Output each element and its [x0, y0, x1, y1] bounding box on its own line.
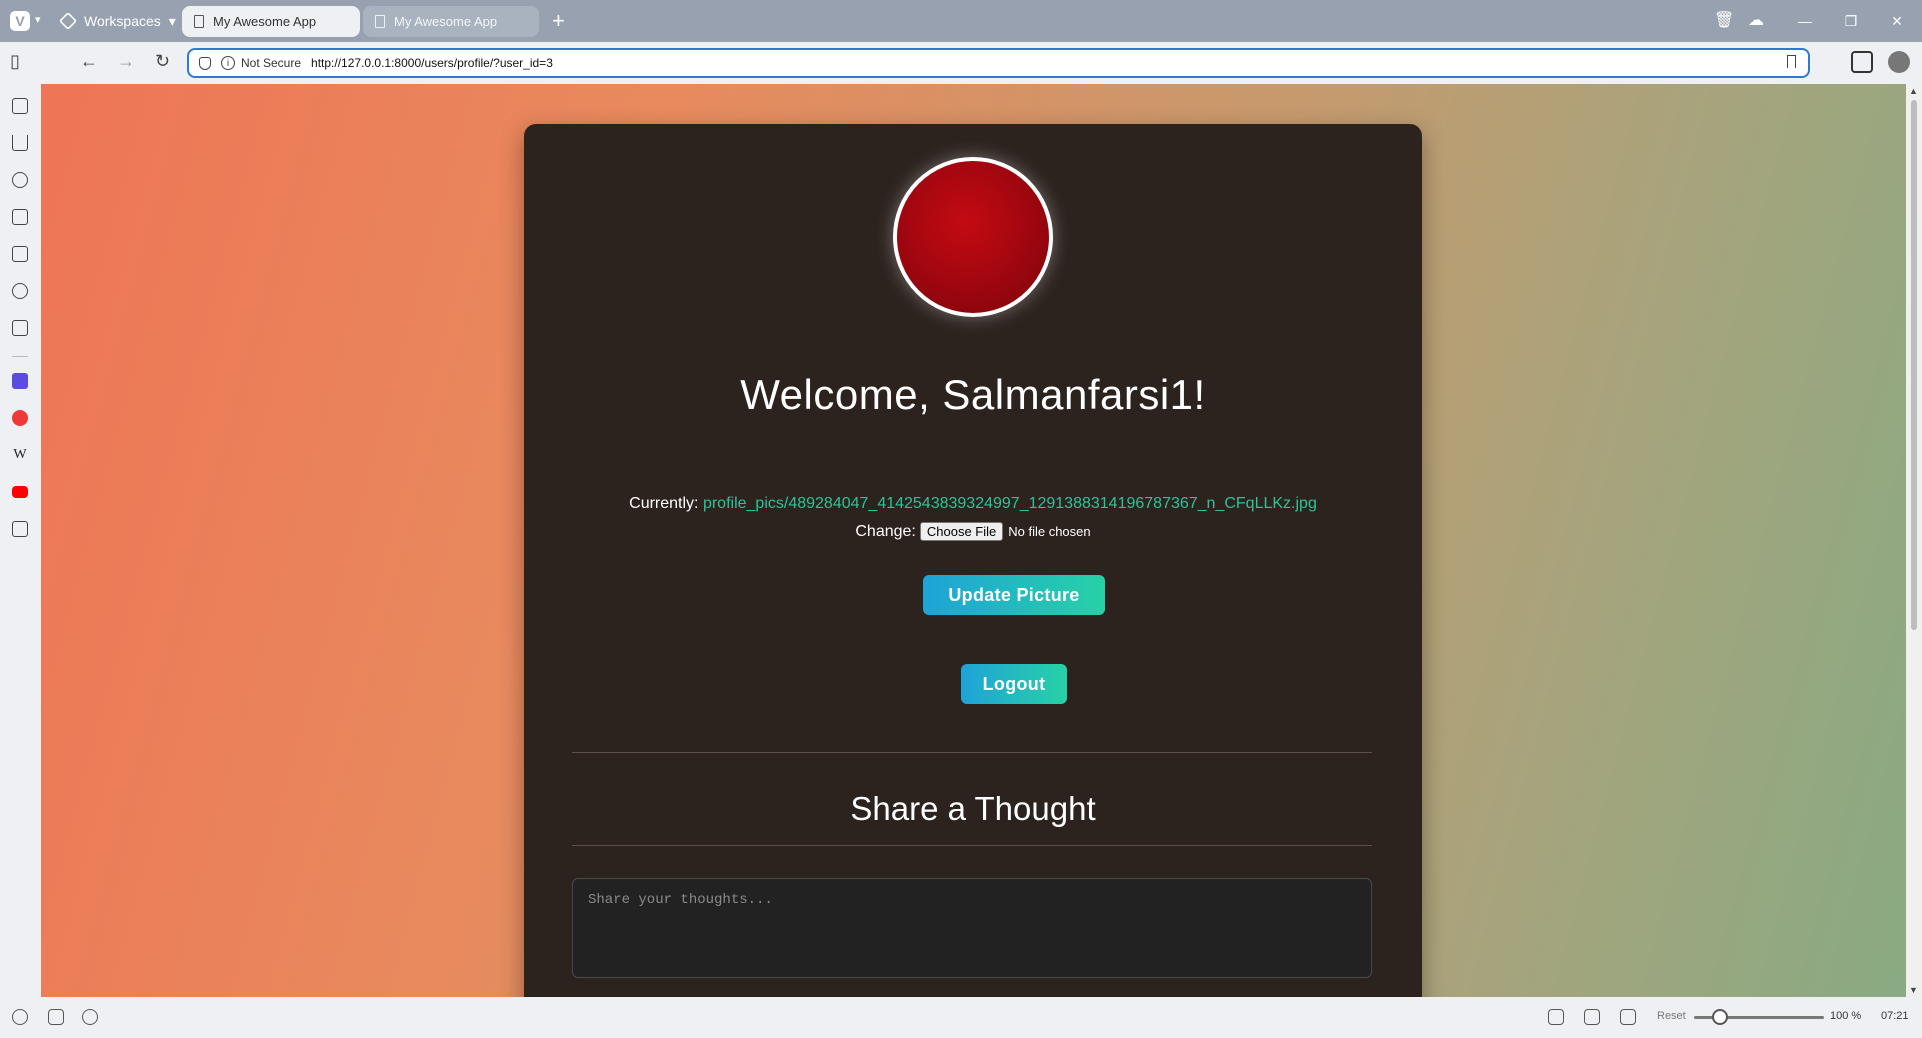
forward-icon[interactable]: →	[117, 51, 135, 72]
workspaces-button[interactable]: Workspaces ▾	[58, 10, 176, 32]
zoom-level: 100 %	[1830, 1010, 1862, 1022]
zoom-reset-button[interactable]: Reset	[1657, 1010, 1686, 1022]
workspaces-label: Workspaces	[84, 13, 161, 29]
current-picture-link[interactable]: profile_pics/489284047_4142543839324997_…	[703, 495, 1317, 512]
tab-title: My Awesome App	[394, 14, 498, 29]
add-panel-icon[interactable]	[12, 521, 28, 537]
clock: 07:21	[1881, 1010, 1909, 1022]
divider	[572, 845, 1372, 846]
profile-card: Welcome, Salmanfarsi1! Currently: profil…	[524, 124, 1422, 997]
new-tab-icon[interactable]: +	[552, 8, 565, 34]
divider	[572, 752, 1372, 753]
change-label: Change:	[855, 522, 916, 540]
chevron-down-icon: ▾	[168, 12, 176, 29]
url-bar[interactable]: i Not Secure http://127.0.0.1:8000/users…	[187, 48, 1810, 78]
browser-side-panel: W	[0, 84, 41, 997]
minimize-icon[interactable]: —	[1782, 13, 1828, 29]
reading-list-icon[interactable]	[12, 283, 28, 299]
change-picture-row: Change: Choose File No file chosen	[524, 522, 1422, 541]
page-actions-icon[interactable]	[1620, 1009, 1636, 1025]
profile-picture	[893, 157, 1053, 317]
reload-icon[interactable]: ↻	[155, 51, 170, 72]
no-file-label: No file chosen	[1008, 524, 1091, 539]
settings-icon[interactable]	[12, 1009, 28, 1025]
extensions-icon[interactable]	[1851, 51, 1873, 73]
bookmark-icon[interactable]	[1787, 55, 1796, 68]
downloads-icon[interactable]	[12, 135, 28, 151]
update-picture-button[interactable]: Update Picture	[923, 575, 1105, 615]
panel-toggle-icon[interactable]: ▯	[10, 51, 20, 72]
tab-title: My Awesome App	[213, 14, 317, 29]
browser-status-bar: Reset 100 % 07:21	[0, 997, 1922, 1038]
page-scrollbar[interactable]: ▲ ▼	[1906, 84, 1922, 997]
scroll-down-icon[interactable]: ▼	[1909, 985, 1918, 995]
page-viewport: Welcome, Salmanfarsi1! Currently: profil…	[41, 84, 1906, 997]
mastodon-icon[interactable]	[12, 373, 28, 389]
choose-file-button[interactable]: Choose File	[919, 522, 1004, 541]
security-label: Not Secure	[241, 56, 302, 70]
sidebar-divider	[12, 356, 28, 357]
capture-icon[interactable]	[1548, 1009, 1564, 1025]
cloud-icon[interactable]: ☁	[1748, 10, 1764, 30]
notes-icon[interactable]	[12, 209, 28, 225]
vivaldi-menu-icon[interactable]: V	[10, 11, 30, 31]
workspaces-icon	[58, 11, 78, 31]
browser-tab-bar: V ▾ Workspaces ▾ My Awesome App My Aweso…	[0, 0, 1922, 42]
close-icon[interactable]: ✕	[1874, 13, 1920, 30]
thought-textarea[interactable]	[572, 878, 1372, 978]
restore-icon[interactable]: ❐	[1828, 13, 1874, 30]
url-text[interactable]: http://127.0.0.1:8000/users/profile/?use…	[311, 56, 553, 70]
tile-icon[interactable]	[48, 1009, 64, 1025]
welcome-heading: Welcome, Salmanfarsi1!	[740, 371, 1206, 418]
scroll-up-icon[interactable]: ▲	[1909, 86, 1918, 96]
vivaldi-icon[interactable]	[12, 410, 28, 426]
scroll-thumb[interactable]	[1911, 100, 1917, 630]
logout-button[interactable]: Logout	[961, 664, 1067, 704]
address-bar-row: ▯ ← → ↻ i Not Secure http://127.0.0.1:80…	[0, 42, 1922, 84]
share-thought-heading: Share a Thought	[850, 790, 1096, 827]
trash-icon[interactable]: 🗑	[1714, 10, 1734, 30]
page-icon	[194, 15, 204, 28]
chevron-down-icon[interactable]: ▾	[35, 13, 41, 26]
bookmarks-icon[interactable]	[12, 98, 28, 114]
tab-active[interactable]: My Awesome App	[182, 6, 360, 37]
current-picture-row: Currently: profile_pics/489284047_414254…	[524, 495, 1422, 513]
shield-icon[interactable]	[199, 56, 211, 70]
translate-icon[interactable]	[12, 246, 28, 262]
currently-label: Currently:	[629, 495, 699, 512]
reader-icon[interactable]	[12, 320, 28, 336]
page-icon	[375, 15, 385, 28]
back-icon[interactable]: ←	[80, 51, 98, 72]
info-icon[interactable]: i	[221, 56, 235, 70]
youtube-icon[interactable]	[12, 486, 28, 498]
history-icon[interactable]	[12, 172, 28, 188]
tab-inactive[interactable]: My Awesome App	[363, 6, 539, 37]
page-tiling-icon[interactable]	[1584, 1009, 1600, 1025]
profile-avatar-icon[interactable]	[1888, 51, 1910, 73]
sync-cloud-icon[interactable]	[82, 1009, 98, 1025]
zoom-slider-handle[interactable]	[1712, 1009, 1728, 1025]
wikipedia-icon[interactable]: W	[12, 447, 28, 463]
